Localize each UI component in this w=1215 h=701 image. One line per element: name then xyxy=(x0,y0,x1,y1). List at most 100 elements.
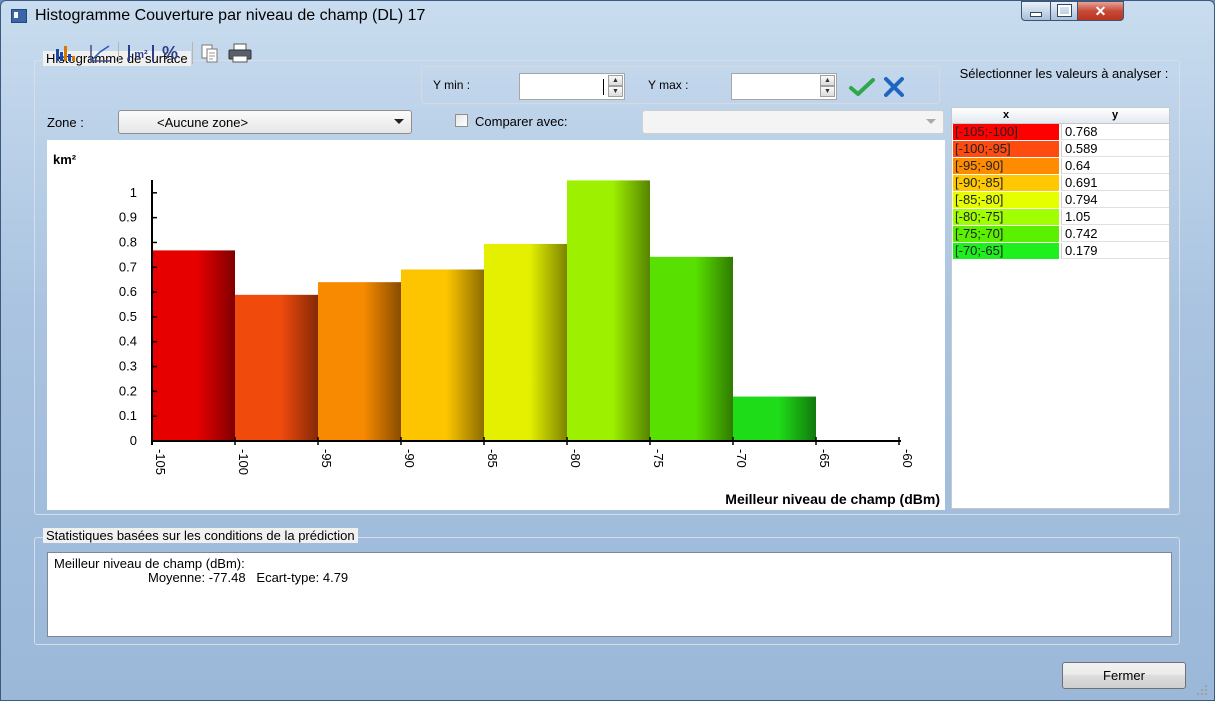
maximize-button[interactable] xyxy=(1050,1,1078,21)
table-header: x y xyxy=(952,108,1169,124)
x-tick-label: -95 xyxy=(319,449,334,468)
table-cell-y[interactable]: 0.589 xyxy=(1061,141,1169,157)
y-axis-title: km² xyxy=(53,152,77,167)
y-tick-label: 0.3 xyxy=(119,359,137,374)
table-cell-x[interactable]: [-90;-85] xyxy=(953,175,1059,191)
histogram-bar xyxy=(401,269,484,441)
table-cell-y[interactable]: 0.794 xyxy=(1061,192,1169,208)
histogram-bar xyxy=(318,282,401,441)
compare-label[interactable]: Comparer avec: xyxy=(475,114,567,129)
table-cell-x[interactable]: [-85;-80] xyxy=(953,192,1059,208)
svg-text:m²: m² xyxy=(134,49,148,61)
line-chart-icon[interactable] xyxy=(88,43,112,63)
table-row[interactable]: [-100;-95] 0.589 xyxy=(952,141,1169,158)
x-tick-label: -60 xyxy=(900,449,915,468)
histogram-bar xyxy=(152,250,235,441)
copy-icon[interactable] xyxy=(199,43,221,63)
histogram-bar xyxy=(567,180,650,441)
window-title: Histogramme Couverture par niveau de cha… xyxy=(35,7,426,24)
table-row[interactable]: [-70;-65] 0.179 xyxy=(952,243,1169,260)
print-icon[interactable] xyxy=(227,43,253,63)
x-tick-label: -65 xyxy=(817,449,832,468)
table-row[interactable]: [-75;-70] 0.742 xyxy=(952,226,1169,243)
ymin-label: Y min : xyxy=(433,78,471,92)
table-cell-x[interactable]: [-80;-75] xyxy=(953,209,1059,225)
bar-chart-icon[interactable] xyxy=(54,43,78,63)
close-window-button[interactable]: ✕ xyxy=(1077,1,1124,21)
x-tick-label: -90 xyxy=(402,449,417,468)
zone-select[interactable]: <Aucune zone> xyxy=(118,110,412,134)
spin-up-icon[interactable]: ▲ xyxy=(608,75,623,86)
histogram-bar xyxy=(484,243,567,441)
table-cell-x[interactable]: [-95;-90] xyxy=(953,158,1059,174)
stats-group-title: Statistiques basées sur les conditions d… xyxy=(43,528,358,543)
table-row[interactable]: [-105;-100] 0.768 xyxy=(952,124,1169,141)
col-header-y[interactable]: y xyxy=(1061,109,1169,121)
histogram-bar xyxy=(235,294,318,441)
y-tick-label: 0.5 xyxy=(119,309,137,324)
histogram-bar xyxy=(650,256,733,441)
histogram-chart-area: 0 0.1 0.2 0.3 0.4 0.5 0.6 0.7 0.8 0.9 1 -105 -100 -95… xyxy=(47,140,945,510)
y-tick-label: 0.9 xyxy=(119,210,137,225)
table-row[interactable]: [-80;-75] 1.05 xyxy=(952,209,1169,226)
text-caret xyxy=(603,79,604,95)
x-tick-label: -70 xyxy=(734,449,749,468)
y-tick-label: 0.1 xyxy=(119,408,137,423)
title-bar[interactable]: Histogramme Couverture par niveau de cha… xyxy=(1,1,1214,31)
ymax-label: Y max : xyxy=(648,78,689,92)
chevron-down-icon xyxy=(926,119,936,124)
spin-down-icon[interactable]: ▼ xyxy=(820,86,835,97)
toolbar-separator xyxy=(118,42,119,64)
table-row[interactable]: [-90;-85] 0.691 xyxy=(952,175,1169,192)
stats-text-area[interactable]: Meilleur niveau de champ (dBm): Moyenne:… xyxy=(47,552,1172,637)
apply-check-icon[interactable] xyxy=(849,77,875,97)
x-axis-title: Meilleur niveau de champ (dBm) xyxy=(725,491,940,507)
table-cell-y[interactable]: 0.768 xyxy=(1061,124,1169,140)
resize-grip-icon[interactable] xyxy=(1196,684,1208,696)
table-cell-x[interactable]: [-70;-65] xyxy=(953,243,1059,259)
x-tick-label: -105 xyxy=(153,449,168,475)
y-tick-label: 0.2 xyxy=(119,383,137,398)
table-row[interactable]: [-85;-80] 0.794 xyxy=(952,192,1169,209)
ymax-spinbox[interactable]: ▲ ▼ xyxy=(731,73,837,100)
table-cell-x[interactable]: [-100;-95] xyxy=(953,141,1059,157)
table-cell-x[interactable]: [-75;-70] xyxy=(953,226,1059,242)
percent-icon[interactable]: % xyxy=(162,43,184,63)
table-row[interactable]: [-95;-90] 0.64 xyxy=(952,158,1169,175)
histogram-chart: 0 0.1 0.2 0.3 0.4 0.5 0.6 0.7 0.8 0.9 1 -105 -100 -95… xyxy=(53,152,940,507)
histogram-bar xyxy=(733,396,816,441)
area-unit-icon[interactable]: m² xyxy=(126,43,156,63)
compare-checkbox[interactable] xyxy=(455,114,468,127)
table-cell-y[interactable]: 0.691 xyxy=(1061,175,1169,191)
spin-up-icon[interactable]: ▲ xyxy=(820,75,835,86)
x-tick-label: -85 xyxy=(485,449,500,468)
minimize-button[interactable] xyxy=(1021,1,1051,21)
y-tick-label: 0.4 xyxy=(119,334,137,349)
table-title: Sélectionner les valeurs à analyser : xyxy=(959,66,1169,81)
table-cell-y[interactable]: 1.05 xyxy=(1061,209,1169,225)
x-tick-label: -100 xyxy=(236,449,251,475)
ymax-spin-arrows[interactable]: ▲ ▼ xyxy=(820,75,835,99)
table-cell-y[interactable]: 0.742 xyxy=(1061,226,1169,242)
stats-line-1: Meilleur niveau de champ (dBm): xyxy=(54,556,245,571)
app-icon xyxy=(11,9,27,23)
y-tick-label: 0 xyxy=(130,433,137,448)
col-header-x[interactable]: x xyxy=(952,109,1060,121)
close-button[interactable]: Fermer xyxy=(1062,662,1186,689)
table-cell-y[interactable]: 0.64 xyxy=(1061,158,1169,174)
table-cell-x[interactable]: [-105;-100] xyxy=(953,124,1059,140)
ymin-spin-arrows[interactable]: ▲ ▼ xyxy=(608,75,623,99)
x-tick-label: -75 xyxy=(651,449,666,468)
compare-select[interactable] xyxy=(642,110,944,134)
maximize-icon xyxy=(1056,4,1072,17)
cancel-x-icon[interactable] xyxy=(883,77,905,97)
x-tick-label: -80 xyxy=(568,449,583,468)
spin-down-icon[interactable]: ▼ xyxy=(608,86,623,97)
values-table[interactable]: x y [-105;-100] 0.768 [-100;-95] 0.589 [-95;… xyxy=(951,107,1170,509)
toolbar-separator xyxy=(192,42,193,64)
y-tick-label: 0.6 xyxy=(119,284,137,299)
stats-line-2: Moyenne: -77.48 Ecart-type: 4.79 xyxy=(148,570,349,585)
table-cell-y[interactable]: 0.179 xyxy=(1061,243,1169,259)
ymin-spinbox[interactable]: ▲ ▼ xyxy=(519,73,625,100)
y-tick-label: 1 xyxy=(130,185,137,200)
